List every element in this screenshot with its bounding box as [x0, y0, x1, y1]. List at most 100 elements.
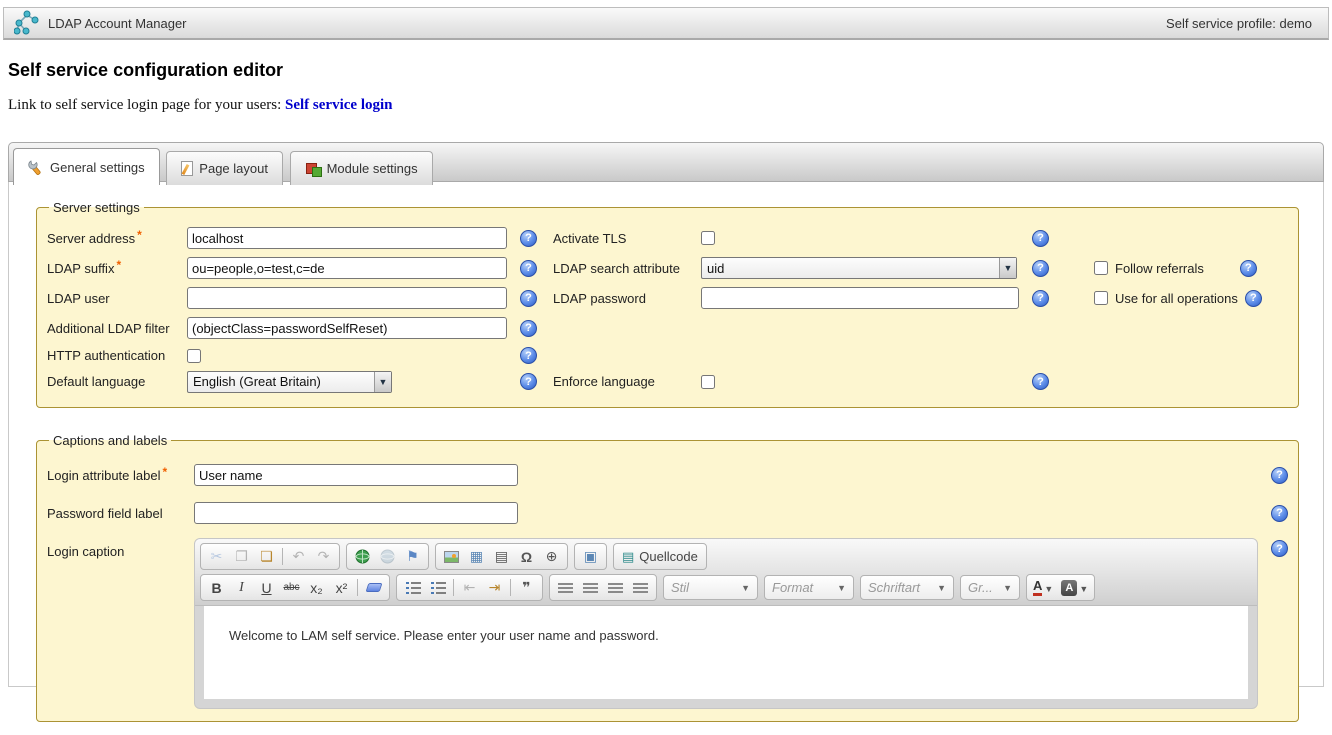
numbered-list-icon[interactable]: [400, 576, 425, 599]
align-center-icon[interactable]: [578, 576, 603, 599]
help-icon[interactable]: ?: [1240, 260, 1257, 277]
page-title: Self service configuration editor: [8, 60, 1332, 81]
chevron-down-icon: ▼: [1044, 584, 1053, 596]
undo-icon[interactable]: ↶: [286, 545, 311, 568]
self-service-login-link[interactable]: Self service login: [285, 97, 392, 113]
strikethrough-icon[interactable]: abc: [279, 576, 304, 599]
redo-icon[interactable]: ↷: [311, 545, 336, 568]
source-button[interactable]: ▤ Quellcode: [613, 543, 707, 570]
chevron-down-icon: ▼: [1003, 583, 1012, 593]
bullet-list-icon[interactable]: [425, 576, 450, 599]
outdent-icon[interactable]: ⇤: [457, 576, 482, 599]
row-default-language: Default language English (Great Britain)…: [47, 368, 1288, 395]
special-character-icon[interactable]: Ω: [514, 545, 539, 568]
help-icon[interactable]: ?: [1271, 467, 1288, 484]
tab-label: Module settings: [327, 161, 418, 176]
ldap-suffix-input[interactable]: [187, 257, 507, 279]
indent-icon[interactable]: ⇥: [482, 576, 507, 599]
unlink-icon[interactable]: [375, 545, 400, 568]
profile-label: Self service profile: demo: [1166, 16, 1312, 31]
align-left-icon[interactable]: [553, 576, 578, 599]
row-additional-filter: Additional LDAP filter ?: [47, 313, 1288, 343]
editor-bottom-bar: [195, 699, 1257, 708]
help-icon[interactable]: ?: [520, 260, 537, 277]
tab-label: Page layout: [199, 161, 268, 176]
help-icon[interactable]: ?: [520, 373, 537, 390]
align-right-icon[interactable]: [603, 576, 628, 599]
password-field-label-input[interactable]: [194, 502, 518, 524]
help-icon[interactable]: ?: [1271, 505, 1288, 522]
app-title: LDAP Account Manager: [48, 16, 187, 31]
underline-icon[interactable]: U: [254, 576, 279, 599]
help-icon[interactable]: ?: [1032, 230, 1049, 247]
additional-ldap-filter-input[interactable]: [187, 317, 507, 339]
text-color-button[interactable]: A▼: [1029, 579, 1057, 596]
font-size-combo[interactable]: Gr...▼: [960, 575, 1020, 600]
align-justify-icon[interactable]: [628, 576, 653, 599]
ldap-password-input[interactable]: [701, 287, 1019, 309]
login-attribute-label-input[interactable]: [194, 464, 518, 486]
cut-icon[interactable]: ✂: [204, 545, 229, 568]
ldap-user-input[interactable]: [187, 287, 507, 309]
help-icon[interactable]: ?: [520, 320, 537, 337]
subscript-icon[interactable]: x₂: [304, 576, 329, 599]
field-label: Enforce language: [553, 374, 701, 389]
tab-module-settings[interactable]: Module settings: [290, 151, 433, 185]
help-icon[interactable]: ?: [1032, 373, 1049, 390]
activate-tls-checkbox[interactable]: [701, 231, 715, 245]
chevron-down-icon: ▼: [999, 258, 1016, 278]
superscript-icon[interactable]: x²: [329, 576, 354, 599]
server-settings-fieldset: Server settings Server address* ? Activa…: [36, 200, 1299, 408]
maximize-icon[interactable]: ▣: [578, 545, 603, 568]
remove-format-icon[interactable]: [361, 576, 386, 599]
chevron-down-icon: ▼: [374, 372, 391, 392]
editor-toolbar: ✂ ❐ ❏ ↶ ↷: [195, 539, 1257, 606]
enforce-language-checkbox[interactable]: [701, 375, 715, 389]
field-label: Server address*: [47, 231, 187, 246]
anchor-icon[interactable]: ⚑: [400, 545, 425, 568]
login-link-intro: Link to self service login page for your…: [8, 97, 281, 113]
field-label: Activate TLS: [553, 231, 701, 246]
help-icon[interactable]: ?: [520, 347, 537, 364]
tab-general-settings[interactable]: General settings: [13, 148, 160, 185]
bold-icon[interactable]: B: [204, 576, 229, 599]
tab-page-layout[interactable]: Page layout: [166, 151, 283, 185]
chevron-down-icon: ▼: [837, 583, 846, 593]
help-icon[interactable]: ?: [1032, 290, 1049, 307]
table-icon[interactable]: ▦: [464, 545, 489, 568]
page-layout-icon: [181, 161, 193, 176]
help-icon[interactable]: ?: [520, 230, 537, 247]
app-header: LDAP Account Manager Self service profil…: [3, 7, 1329, 40]
field-label: LDAP search attribute: [553, 261, 701, 276]
image-icon[interactable]: [439, 545, 464, 568]
server-address-input[interactable]: [187, 227, 507, 249]
tab-label: General settings: [50, 160, 145, 175]
required-marker: *: [162, 465, 167, 479]
style-combo[interactable]: Stil▼: [663, 575, 758, 600]
row-ldap-suffix: LDAP suffix* ? LDAP search attribute uid…: [47, 253, 1288, 283]
help-icon[interactable]: ?: [1032, 260, 1049, 277]
default-language-select[interactable]: English (Great Britain)▼: [187, 371, 392, 393]
paste-icon[interactable]: ❏: [254, 545, 279, 568]
editor-content[interactable]: Welcome to LAM self service. Please ente…: [204, 606, 1248, 699]
use-all-operations-checkbox[interactable]: [1094, 291, 1108, 305]
http-authentication-checkbox[interactable]: [187, 349, 201, 363]
row-ldap-user: LDAP user ? LDAP password ? Use for all …: [47, 283, 1288, 313]
help-icon[interactable]: ?: [520, 290, 537, 307]
iframe-icon[interactable]: ⊕: [539, 545, 564, 568]
format-combo[interactable]: Format▼: [764, 575, 854, 600]
modules-icon: [305, 160, 321, 176]
blockquote-icon[interactable]: ❞: [514, 576, 539, 599]
div-container-icon[interactable]: ▤: [489, 545, 514, 568]
help-icon[interactable]: ?: [1245, 290, 1262, 307]
font-combo[interactable]: Schriftart▼: [860, 575, 954, 600]
help-icon[interactable]: ?: [1271, 540, 1288, 557]
italic-icon[interactable]: I: [229, 576, 254, 599]
search-attribute-select[interactable]: uid▼: [701, 257, 1017, 279]
link-icon[interactable]: [350, 545, 375, 568]
copy-icon[interactable]: ❐: [229, 545, 254, 568]
field-label: Password field label: [47, 506, 194, 521]
follow-referrals-checkbox[interactable]: [1094, 261, 1108, 275]
background-color-button[interactable]: A▼: [1057, 580, 1092, 596]
field-label: LDAP password: [553, 291, 701, 306]
